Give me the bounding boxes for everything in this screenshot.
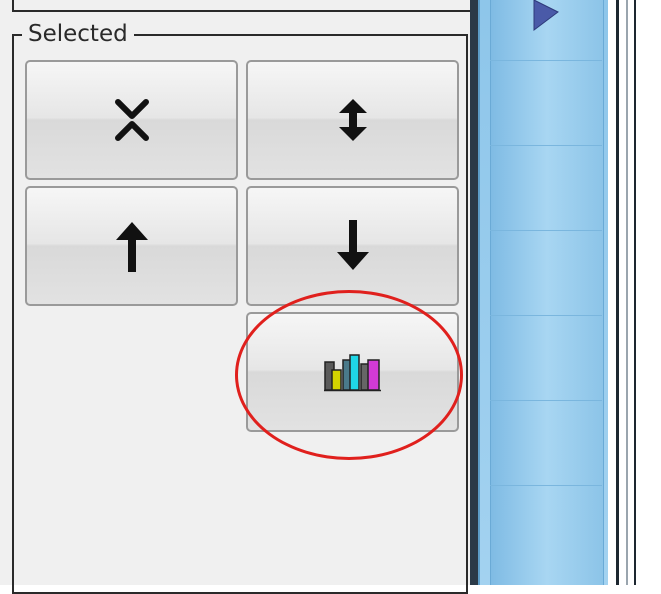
track-band (490, 230, 602, 231)
expand-arrows-icon (338, 99, 367, 141)
window-edge (608, 0, 661, 585)
move-down-button[interactable] (246, 186, 459, 306)
bar-chart-icon (323, 354, 381, 392)
move-up-button[interactable] (25, 186, 238, 306)
play-arrow-icon[interactable] (532, 0, 562, 34)
panel-divider (470, 0, 478, 585)
arrow-up-icon (115, 222, 148, 272)
scrollbar-thumb[interactable] (490, 0, 604, 585)
edge-line (626, 0, 628, 585)
selected-group-legend: Selected (22, 20, 134, 48)
collapse-button[interactable] (25, 60, 238, 180)
collapse-arrows-icon (114, 99, 149, 141)
edge-line (616, 0, 619, 585)
expand-button[interactable] (246, 60, 459, 180)
track-band (490, 315, 602, 316)
edge-line (634, 0, 636, 585)
scrollbar-track[interactable] (478, 0, 610, 585)
arrow-down-icon (336, 220, 369, 270)
upper-group-frame (12, 0, 473, 12)
track-band (490, 400, 602, 401)
track-band (490, 145, 602, 146)
chart-button[interactable] (246, 312, 459, 432)
track-band (490, 485, 602, 486)
track-band (490, 60, 602, 61)
